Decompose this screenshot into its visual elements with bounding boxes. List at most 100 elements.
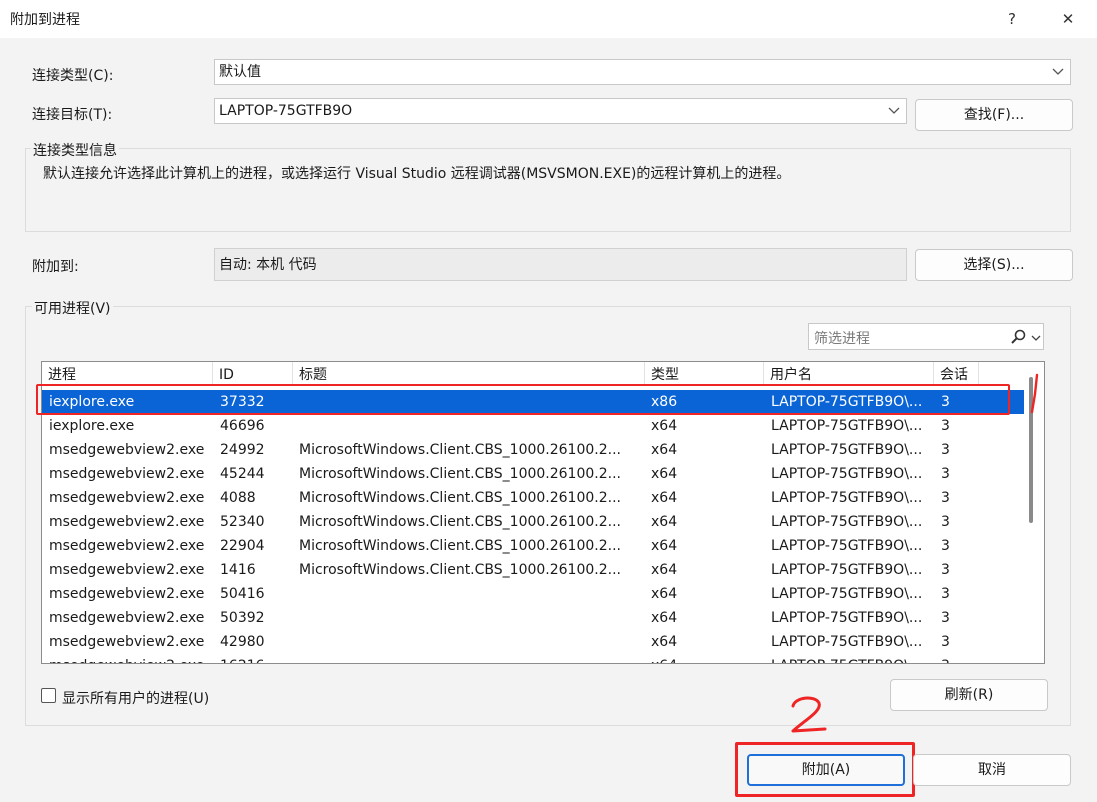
table-row[interactable]: iexplore.exe 46696 x64 LAPTOP-75GTFB9O\... 3: [42, 414, 1024, 438]
cell-process: msedgewebview2.exe: [49, 562, 205, 578]
cell-type: x64: [651, 466, 678, 482]
cell-session: 3: [941, 466, 950, 482]
cell-username: LAPTOP-75GTFB9O\...: [771, 586, 923, 602]
cell-session: 3: [941, 514, 950, 530]
cell-title: [299, 654, 639, 663]
table-row[interactable]: msedgewebview2.exe 4088 MicrosoftWindows.C…: [42, 486, 1024, 510]
cell-title: MicrosoftWindows.Client.CBS_1000.26100.2…: [299, 514, 621, 530]
cell-id: 50392: [220, 610, 265, 626]
cell-session: 3: [941, 634, 950, 650]
attach-to-field: 自动: 本机 代码: [214, 248, 907, 281]
cell-id: 42980: [220, 634, 265, 650]
cell-username: LAPTOP-75GTFB9O\...: [771, 562, 923, 578]
cell-process: msedgewebview2.exe: [49, 586, 205, 602]
cell-title: MicrosoftWindows.Client.CBS_1000.26100.2…: [299, 490, 621, 506]
cell-session: 3: [941, 490, 950, 506]
connection-type-label: 连接类型(C):: [32, 68, 114, 84]
cell-username: LAPTOP-75GTFB9O\...: [771, 418, 923, 434]
attach-to-label: 附加到:: [32, 259, 79, 275]
table-row[interactable]: msedgewebview2.exe 50416 x64 LAPTOP-75GTFB9…: [42, 582, 1024, 606]
cell-username: LAPTOP-75GTFB9O\...: [771, 514, 923, 530]
cell-type: x64: [651, 442, 678, 458]
cell-process: msedgewebview2.exe: [49, 466, 205, 482]
table-row[interactable]: msedgewebview2.exe 52340 MicrosoftWindows.…: [42, 510, 1024, 534]
cell-process: iexplore.exe: [49, 418, 135, 434]
attach-button[interactable]: 附加(A): [747, 754, 905, 786]
cell-process: msedgewebview2.exe: [49, 490, 205, 506]
table-row[interactable]: msedgewebview2.exe 1416 MicrosoftWindows.C…: [42, 558, 1024, 582]
table-row[interactable]: msedgewebview2.exe 50392 x64 LAPTOP-75GTFB9…: [42, 606, 1024, 630]
refresh-button[interactable]: 刷新(R): [890, 679, 1048, 711]
connection-info-text: 默认连接允许选择此计算机上的进程，或选择运行 Visual Studio 远程调…: [43, 166, 791, 182]
cell-type: x64: [651, 610, 678, 626]
cell-process: msedgewebview2.exe: [49, 514, 205, 530]
cell-id: 45244: [220, 466, 265, 482]
annotation-mark-1: [1024, 372, 1042, 420]
cell-type: x64: [651, 634, 678, 650]
connection-target-value: LAPTOP-75GTFB9O: [219, 103, 353, 119]
title-bar: 附加到进程 ? ✕: [0, 0, 1097, 38]
column-header-id[interactable]: ID: [213, 362, 293, 386]
cell-type: x64: [651, 514, 678, 530]
cell-id: 1416: [220, 562, 256, 578]
process-list-header: 进程 ID 标题 类型 用户名 会话: [42, 362, 1044, 386]
close-button[interactable]: ✕: [1050, 6, 1086, 32]
cell-title: MicrosoftWindows.Client.CBS_1000.26100.2…: [299, 538, 621, 554]
connection-type-dropdown[interactable]: 默认值: [214, 59, 1071, 85]
column-header-type[interactable]: 类型: [645, 362, 764, 386]
cell-title: [299, 582, 639, 606]
connection-target-label: 连接目标(T):: [32, 107, 113, 123]
help-button[interactable]: ?: [994, 6, 1030, 32]
cell-title: [299, 606, 639, 630]
cell-username: LAPTOP-75GTFB9O\...: [771, 610, 923, 626]
cell-username: LAPTOP-75GTFB9O\...: [771, 634, 923, 650]
show-all-users-label[interactable]: 显示所有用户的进程(U): [62, 688, 209, 708]
table-row[interactable]: msedgewebview2.exe 16216 x64 LAPTOP-75GTFB9…: [42, 654, 1024, 663]
cell-title: MicrosoftWindows.Client.CBS_1000.26100.2…: [299, 562, 621, 578]
cell-title: [299, 414, 639, 438]
table-row[interactable]: msedgewebview2.exe 24992 MicrosoftWindows.…: [42, 438, 1024, 462]
chevron-down-icon: [1052, 60, 1064, 92]
filter-dropdown-icon[interactable]: [1031, 328, 1041, 350]
select-button[interactable]: 选择(S)...: [915, 249, 1073, 281]
cell-type: x64: [651, 562, 678, 578]
column-header-process[interactable]: 进程: [42, 362, 213, 386]
cell-process: msedgewebview2.exe: [49, 634, 205, 650]
cancel-button[interactable]: 取消: [913, 754, 1071, 786]
annotation-mark-2: [785, 694, 831, 742]
cell-type: x64: [651, 538, 678, 554]
cell-title: MicrosoftWindows.Client.CBS_1000.26100.2…: [299, 466, 621, 482]
cell-title: MicrosoftWindows.Client.CBS_1000.26100.2…: [299, 442, 621, 458]
cell-id: 16216: [220, 654, 293, 663]
column-header-session[interactable]: 会话: [934, 362, 979, 386]
cell-username: LAPTOP-75GTFB9O\...: [771, 466, 923, 482]
connection-info-group: [25, 148, 1071, 232]
available-processes-title: 可用进程(V): [32, 298, 113, 318]
table-row[interactable]: msedgewebview2.exe 45244 MicrosoftWindows.…: [42, 462, 1024, 486]
attach-to-value: 自动: 本机 代码: [219, 257, 317, 273]
cell-session: 3: [941, 654, 981, 663]
cell-id: 24992: [220, 442, 265, 458]
search-icon[interactable]: [1009, 328, 1027, 350]
cell-id: 22904: [220, 538, 265, 554]
filter-input[interactable]: 筛选进程: [808, 323, 1044, 350]
cell-id: 46696: [220, 418, 265, 434]
find-button[interactable]: 查找(F)...: [915, 99, 1073, 131]
chevron-down-icon: [888, 99, 900, 131]
column-header-title[interactable]: 标题: [293, 362, 645, 386]
table-row[interactable]: msedgewebview2.exe 42980 x64 LAPTOP-75GTFB9…: [42, 630, 1024, 654]
cell-session: 3: [941, 442, 950, 458]
show-all-users-checkbox[interactable]: [41, 688, 56, 703]
cell-type: x64: [651, 586, 678, 602]
connection-type-value: 默认值: [219, 64, 261, 80]
cell-username: LAPTOP-75GTFB9O\...: [771, 442, 923, 458]
table-row[interactable]: msedgewebview2.exe 22904 MicrosoftWindows.…: [42, 534, 1024, 558]
cell-id: 52340: [220, 514, 265, 530]
cell-type: x64: [651, 654, 761, 663]
cell-id: 50416: [220, 586, 265, 602]
column-header-username[interactable]: 用户名: [764, 362, 934, 386]
cell-title: [299, 630, 639, 654]
filter-placeholder: 筛选进程: [814, 331, 870, 347]
cell-process: msedgewebview2.exe: [49, 538, 205, 554]
connection-target-dropdown[interactable]: LAPTOP-75GTFB9O: [214, 98, 907, 124]
